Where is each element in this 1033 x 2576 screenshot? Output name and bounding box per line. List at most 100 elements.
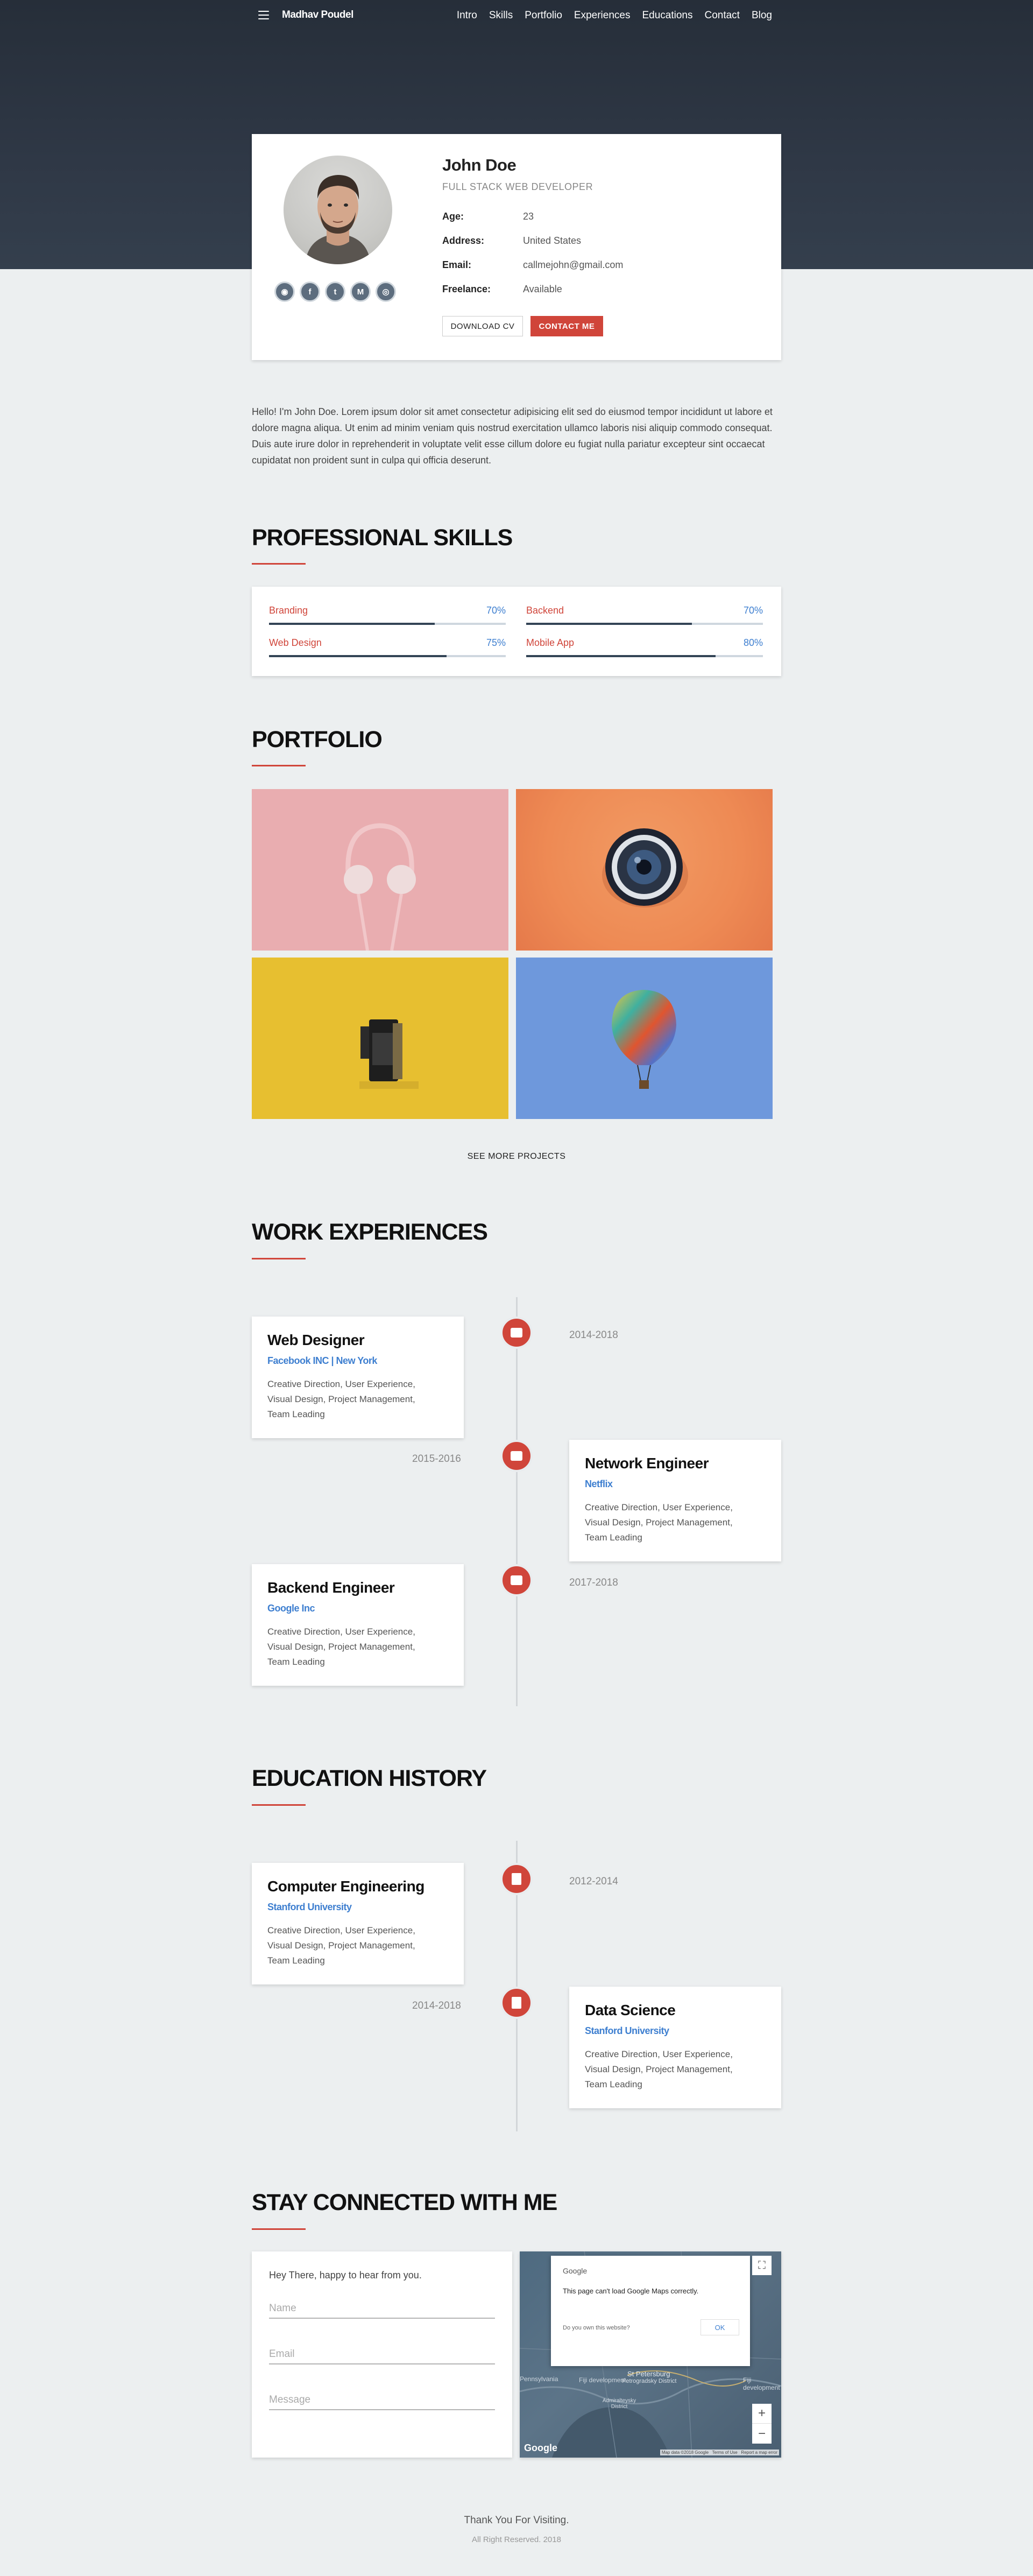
portfolio-item-balloon[interactable] [516,958,773,1119]
education-description: Creative Direction, User Experience, Vis… [585,2049,733,2089]
nav-link-contact[interactable]: Contact [704,10,739,22]
info-value-age: 23 [523,211,534,222]
info-key-age: Age: [442,211,464,222]
portfolio-item-headphones[interactable] [252,789,508,951]
brand-logo[interactable]: Madhav Poudel [282,9,353,21]
experience-card: Network Engineer Netflix Creative Direct… [569,1440,781,1561]
footer-rights: All Right Reserved. 2018 [472,2535,561,2544]
google-logo: Google [524,2443,557,2453]
portfolio-item-lens[interactable] [516,789,773,951]
map-label: Fiji development [743,2376,780,2391]
contact-form-card: Hey There, happy to hear from you. Name … [252,2251,512,2458]
education-card: Data Science Stanford University Creativ… [569,1987,781,2108]
map-label: Fiji development [579,2376,626,2384]
profile-name: John Doe [442,156,516,174]
info-value-address: United States [523,235,582,246]
message-field[interactable]: Message [269,2394,495,2410]
experience-company[interactable]: Google Inc [267,1603,315,1614]
skill-fill [526,623,692,625]
see-more-projects-link[interactable]: SEE MORE PROJECTS [0,1152,1033,1162]
twitter-icon[interactable]: t [325,281,345,302]
info-value-email: callmejohn@gmail.com [523,259,624,270]
zoom-controls: + − [752,2404,772,2444]
education-card: Computer Engineering Stanford University… [252,1863,464,1984]
experience-description: Creative Direction, User Experience, Vis… [267,1379,415,1419]
map-attribution[interactable]: Map data ©2018 Google Terms of Use Repor… [660,2450,779,2455]
education-title-text: Computer Engineering [267,1878,424,1895]
dialog-message: This page can't load Google Maps correct… [563,2287,699,2295]
book-icon [500,1863,533,1895]
nav-link-portfolio[interactable]: Portfolio [525,10,562,22]
contact-title-underline [252,2228,306,2230]
email-field[interactable]: Email [269,2348,495,2364]
profile-card: ◉ f t M ◎ John Doe FULL STACK WEB DEVELO… [252,134,781,360]
skill-item: Web Design 75% [269,637,506,657]
instagram-icon[interactable]: ◎ [376,281,396,302]
zoom-out-button[interactable]: − [752,2424,772,2444]
education-years: 2014-2018 [412,2000,461,2011]
skill-percent: 80% [743,637,763,648]
education-title-text: Data Science [585,2002,676,2018]
nav-link-skills[interactable]: Skills [489,10,513,22]
briefcase-icon [500,1440,533,1472]
experience-card: Backend Engineer Google Inc Creative Dir… [252,1564,464,1686]
avatar [284,156,392,264]
experience-description: Creative Direction, User Experience, Vis… [585,1502,733,1543]
experience-title-underline [252,1258,306,1259]
experience-company[interactable]: Facebook INC | New York [267,1355,377,1367]
portfolio-item-film[interactable] [252,958,508,1119]
education-school[interactable]: Stanford University [267,1902,352,1913]
zoom-in-button[interactable]: + [752,2404,772,2424]
nav-link-experiences[interactable]: Experiences [574,10,631,22]
skill-track [526,655,763,657]
fullscreen-icon[interactable]: ⛶ [752,2256,772,2275]
nav-link-intro[interactable]: Intro [457,10,477,22]
map-embed[interactable]: Pennsylvania St Petersburg Fiji developm… [520,2251,781,2458]
social-links: ◉ f t M ◎ [274,281,396,302]
dialog-question: Do you own this website? [563,2325,630,2331]
education-title-underline [252,1804,306,1806]
skill-fill [269,623,435,625]
footer-thanks: Thank You For Visiting. [464,2515,569,2526]
experience-timeline-line [516,1297,518,1706]
skill-track [269,623,506,625]
info-key-freelance: Freelance: [442,284,491,294]
skill-name: Branding [269,605,308,616]
name-field[interactable]: Name [269,2303,495,2319]
experience-title-text: Web Designer [267,1332,365,1348]
hamburger-menu-icon[interactable] [258,11,269,19]
education-school[interactable]: Stanford University [585,2025,669,2037]
contact-title: STAY CONNECTED WITH ME [252,2190,557,2215]
skill-percent: 75% [486,637,506,648]
experience-title: WORK EXPERIENCES [252,1219,488,1245]
skill-track [526,623,763,625]
briefcase-icon [500,1317,533,1349]
dialog-brand: Google [563,2267,588,2275]
download-cv-button[interactable]: DOWNLOAD CV [442,316,523,336]
experience-company[interactable]: Netflix [585,1479,613,1490]
profile-role: FULL STACK WEB DEVELOPER [442,181,593,192]
experience-years: 2017-2018 [569,1577,618,1588]
nav-link-blog[interactable]: Blog [752,10,772,22]
skill-fill [269,655,447,657]
top-navbar: Madhav Poudel Intro Skills Portfolio Exp… [0,0,1033,33]
contact-me-button[interactable]: CONTACT ME [530,316,603,336]
github-icon[interactable]: ◉ [274,281,295,302]
skills-title-underline [252,563,306,565]
nav-link-educations[interactable]: Educations [642,10,692,22]
portfolio-title: PORTFOLIO [252,727,383,752]
skill-item: Branding 70% [269,605,506,625]
info-key-address: Address: [442,235,485,246]
portfolio-title-underline [252,765,306,766]
experience-card: Web Designer Facebook INC | New York Cre… [252,1317,464,1438]
medium-icon[interactable]: M [350,281,371,302]
experience-title-text: Backend Engineer [267,1579,395,1596]
dialog-ok-button[interactable]: OK [701,2319,739,2335]
skill-percent: 70% [486,605,506,616]
facebook-icon[interactable]: f [300,281,320,302]
nav-links: Intro Skills Portfolio Experiences Educa… [457,10,772,22]
map-label: Pennsylvania [520,2375,558,2383]
map-label: Admiralteysky District [602,2398,636,2410]
experience-title-text: Network Engineer [585,1455,709,1472]
contact-greeting: Hey There, happy to hear from you. [269,2270,422,2281]
